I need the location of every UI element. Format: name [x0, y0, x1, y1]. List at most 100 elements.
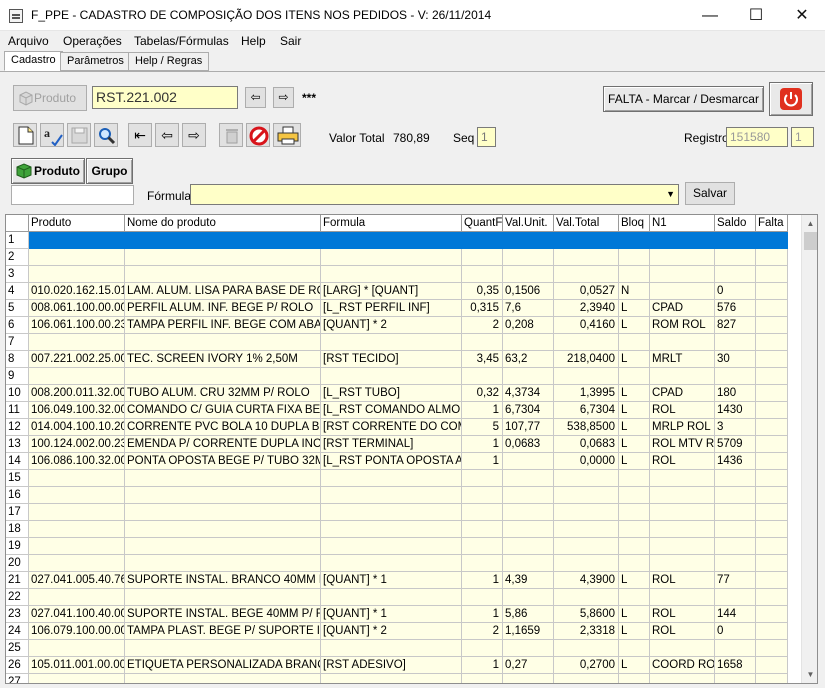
table-row[interactable]: 10 008.200.011.32.00 TUBO ALUM. CRU 32MM P…	[6, 385, 788, 402]
cell-bloq[interactable]: L	[619, 623, 650, 640]
cell-bloq[interactable]: L	[619, 657, 650, 674]
formula-select[interactable]: ▼	[190, 184, 679, 205]
cell-quantf[interactable]: 0,32	[462, 385, 503, 402]
cell-formula[interactable]: [L_RST PERFIL INF]	[321, 300, 462, 317]
cell-quantf[interactable]: 0,315	[462, 300, 503, 317]
cell-val-unit[interactable]: 4,39	[503, 572, 554, 589]
cell-saldo[interactable]: 5709	[715, 436, 756, 453]
cell-quantf[interactable]: 1	[462, 572, 503, 589]
cell-val-total[interactable]: 0,2700	[554, 657, 619, 674]
seq-field[interactable]: 1	[477, 127, 496, 147]
cell-n1[interactable]: MRLP ROL	[650, 419, 715, 436]
cell-produto[interactable]: 106.086.100.32.00	[29, 453, 125, 470]
cell-quantf[interactable]	[462, 640, 503, 657]
cell-val-unit[interactable]	[503, 555, 554, 572]
cell-falta[interactable]	[756, 538, 788, 555]
cell-n1[interactable]	[650, 470, 715, 487]
cell-val-unit[interactable]	[503, 640, 554, 657]
table-row[interactable]: 27	[6, 674, 788, 683]
cell-nome-do-produto[interactable]: PONTA OPOSTA BEGE P/ TUBO 32MM	[125, 453, 321, 470]
cell-nome-do-produto[interactable]	[125, 538, 321, 555]
cell-formula[interactable]: [RST TERMINAL]	[321, 436, 462, 453]
cell-bloq[interactable]	[619, 232, 650, 249]
prev-product-button[interactable]: ⇦	[245, 87, 266, 108]
cell-val-unit[interactable]	[503, 249, 554, 266]
cell-quantf[interactable]	[462, 266, 503, 283]
cell-saldo[interactable]: 576	[715, 300, 756, 317]
cell-formula[interactable]: [RST TECIDO]	[321, 351, 462, 368]
cell-saldo[interactable]: 1436	[715, 453, 756, 470]
cell-n1[interactable]: ROM ROL	[650, 317, 715, 334]
cell-nome-do-produto[interactable]	[125, 232, 321, 249]
power-button[interactable]	[769, 82, 813, 116]
cell-n1[interactable]	[650, 521, 715, 538]
cell-nome-do-produto[interactable]: PERFIL ALUM. INF. BEGE P/ ROLO	[125, 300, 321, 317]
cell-quantf[interactable]	[462, 368, 503, 385]
cell-quantf[interactable]	[462, 334, 503, 351]
cell-formula[interactable]: [QUANT] * 2	[321, 623, 462, 640]
cell-falta[interactable]	[756, 402, 788, 419]
cell-val-unit[interactable]	[503, 470, 554, 487]
cell-bloq[interactable]	[619, 249, 650, 266]
maximize-button[interactable]: ☐	[733, 0, 779, 31]
cell-n1[interactable]: ROL	[650, 402, 715, 419]
cell-n1[interactable]: CPAD	[650, 300, 715, 317]
cell-val-total[interactable]	[554, 487, 619, 504]
cell-falta[interactable]	[756, 249, 788, 266]
cell-produto[interactable]	[29, 470, 125, 487]
cell-nome-do-produto[interactable]	[125, 487, 321, 504]
cell-quantf[interactable]: 5	[462, 419, 503, 436]
cell-n1[interactable]	[650, 640, 715, 657]
first-record-button[interactable]: ⇤	[128, 123, 152, 147]
cell-val-unit[interactable]: 0,0683	[503, 436, 554, 453]
cell-falta[interactable]	[756, 266, 788, 283]
cell-falta[interactable]	[756, 317, 788, 334]
cell-saldo[interactable]	[715, 504, 756, 521]
cell-produto[interactable]: 105.011.001.00.00	[29, 657, 125, 674]
column-header-val-total[interactable]: Val.Total	[554, 215, 619, 232]
cell-saldo[interactable]	[715, 589, 756, 606]
new-record-button[interactable]	[13, 123, 37, 147]
cell-val-total[interactable]	[554, 538, 619, 555]
cell-produto[interactable]	[29, 674, 125, 683]
cell-n1[interactable]: ROL	[650, 453, 715, 470]
cell-bloq[interactable]	[619, 266, 650, 283]
cell-produto[interactable]: 106.049.100.32.00	[29, 402, 125, 419]
cell-n1[interactable]	[650, 334, 715, 351]
cell-produto[interactable]	[29, 487, 125, 504]
print-button[interactable]	[273, 123, 301, 147]
cell-bloq[interactable]	[619, 368, 650, 385]
cell-falta[interactable]	[756, 232, 788, 249]
cell-bloq[interactable]: N	[619, 283, 650, 300]
cell-bloq[interactable]	[619, 521, 650, 538]
cell-val-unit[interactable]	[503, 334, 554, 351]
cell-val-unit[interactable]	[503, 521, 554, 538]
menu-arquivo[interactable]: Arquivo	[8, 34, 49, 48]
cell-produto[interactable]: 027.041.005.40.76	[29, 572, 125, 589]
cell-falta[interactable]	[756, 368, 788, 385]
cell-quantf[interactable]	[462, 504, 503, 521]
cell-produto[interactable]	[29, 589, 125, 606]
tab-help-regras[interactable]: Help / Regras	[128, 52, 210, 71]
cell-n1[interactable]	[650, 538, 715, 555]
cell-n1[interactable]: ROL	[650, 606, 715, 623]
cell-val-total[interactable]	[554, 555, 619, 572]
cell-nome-do-produto[interactable]	[125, 521, 321, 538]
cell-quantf[interactable]: 0,35	[462, 283, 503, 300]
cell-val-unit[interactable]	[503, 453, 554, 470]
cell-val-unit[interactable]	[503, 589, 554, 606]
cell-falta[interactable]	[756, 436, 788, 453]
cell-nome-do-produto[interactable]: EMENDA P/ CORRENTE DUPLA INCOLOR	[125, 436, 321, 453]
menu-tabelas-formulas[interactable]: Tabelas/Fórmulas	[134, 34, 229, 48]
column-header-saldo[interactable]: Saldo	[715, 215, 756, 232]
cell-val-total[interactable]	[554, 368, 619, 385]
column-header-quantf[interactable]: QuantF	[462, 215, 503, 232]
cell-val-total[interactable]	[554, 266, 619, 283]
table-row[interactable]: 2	[6, 249, 788, 266]
cell-val-total[interactable]: 0,0527	[554, 283, 619, 300]
cell-val-total[interactable]: 538,8500	[554, 419, 619, 436]
search-button[interactable]	[94, 123, 118, 147]
cell-produto[interactable]: 014.004.100.10.20	[29, 419, 125, 436]
cell-falta[interactable]	[756, 419, 788, 436]
cell-saldo[interactable]	[715, 368, 756, 385]
